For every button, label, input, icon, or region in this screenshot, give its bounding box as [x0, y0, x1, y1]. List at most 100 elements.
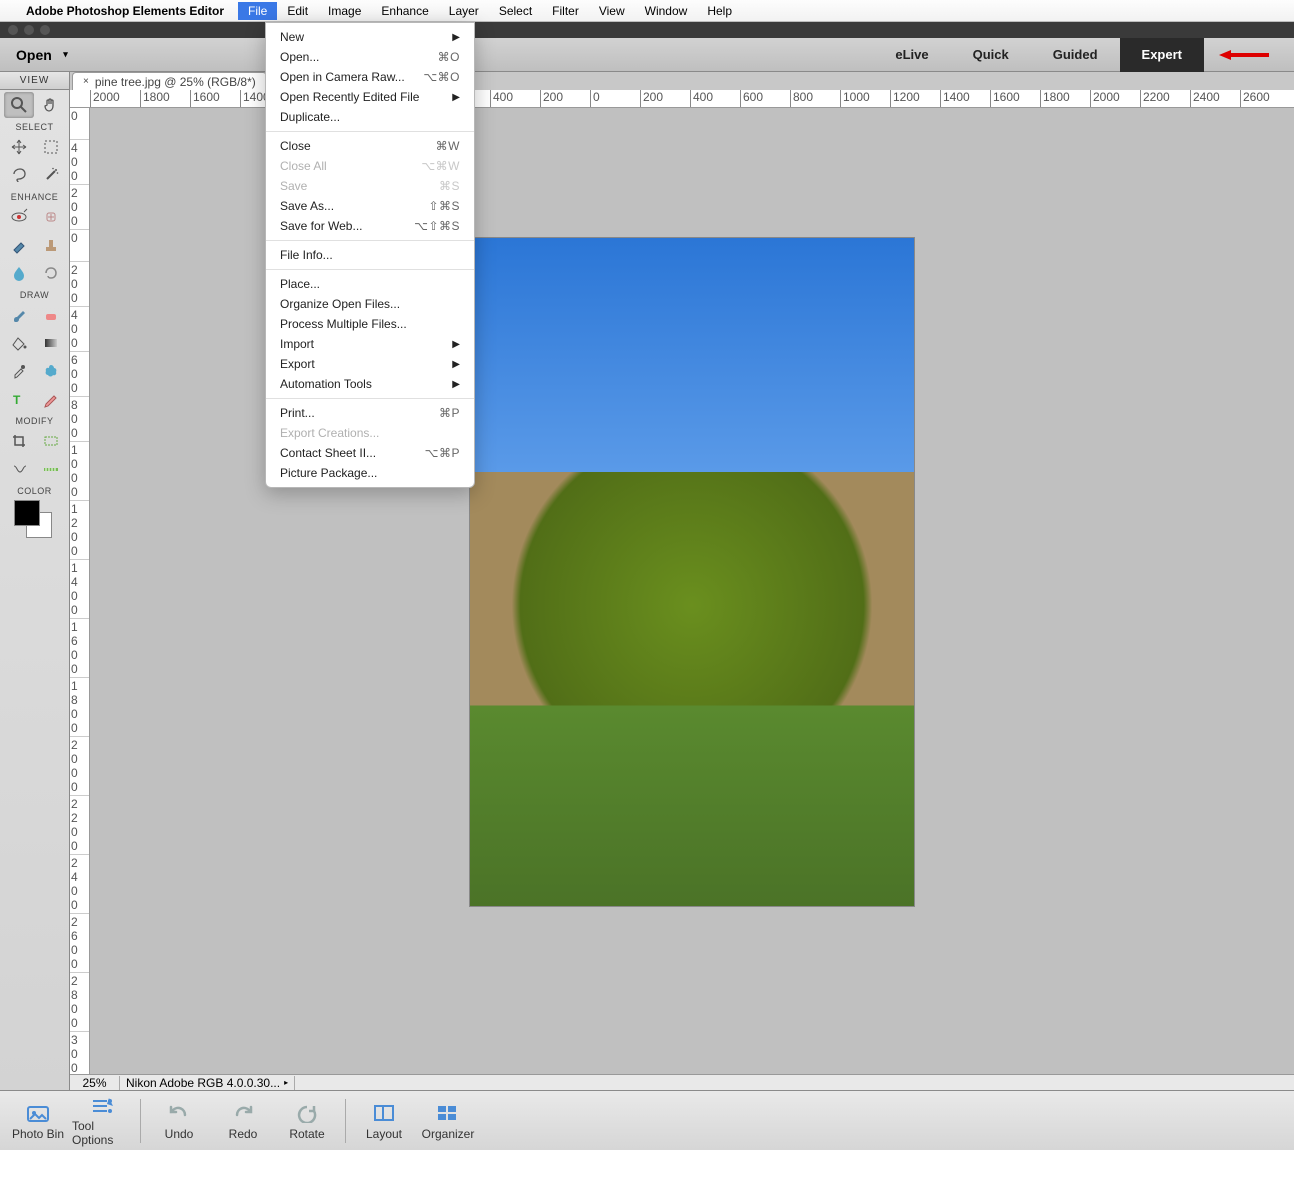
redo-label: Redo: [229, 1127, 258, 1141]
undo-label: Undo: [165, 1127, 194, 1141]
close-tab-icon[interactable]: ×: [83, 76, 89, 87]
vruler-tick: 400: [70, 140, 89, 185]
layout-button[interactable]: Layout: [354, 1095, 414, 1147]
menu-item-label: Organize Open Files...: [280, 297, 400, 311]
recompose-tool[interactable]: [36, 428, 66, 454]
menu-item-close-all: Close All⌥⌘W: [266, 156, 474, 176]
magic-wand-tool[interactable]: [36, 162, 66, 188]
tab-expert[interactable]: Expert: [1120, 38, 1204, 72]
brush-tool[interactable]: [4, 302, 34, 328]
menu-file[interactable]: File: [238, 2, 277, 20]
vruler-tick: 2400: [70, 855, 89, 914]
vruler-tick: 2000: [70, 737, 89, 796]
divider: [140, 1099, 141, 1143]
eyedropper-tool[interactable]: [4, 358, 34, 384]
color-swatches[interactable]: [10, 500, 60, 540]
marquee-tool[interactable]: [36, 134, 66, 160]
shape-tool[interactable]: [36, 358, 66, 384]
rotate-button[interactable]: Rotate: [277, 1095, 337, 1147]
menu-item-open-in-camera-raw[interactable]: Open in Camera Raw...⌥⌘O: [266, 67, 474, 87]
menu-item-save-for-web[interactable]: Save for Web...⌥⇧⌘S: [266, 216, 474, 236]
redo-button[interactable]: Redo: [213, 1095, 273, 1147]
eraser-tool[interactable]: [36, 302, 66, 328]
undo-button[interactable]: Undo: [149, 1095, 209, 1147]
menu-window[interactable]: Window: [635, 2, 698, 20]
lasso-tool[interactable]: [4, 162, 34, 188]
hand-tool[interactable]: [36, 92, 66, 118]
content-aware-tool[interactable]: [4, 456, 34, 482]
menu-item-export[interactable]: Export▶: [266, 354, 474, 374]
menu-item-save-as[interactable]: Save As...⇧⌘S: [266, 196, 474, 216]
foreground-color-swatch[interactable]: [14, 500, 40, 526]
menu-enhance[interactable]: Enhance: [371, 2, 438, 20]
menu-item-label: Place...: [280, 277, 320, 291]
rotate-icon: [295, 1101, 319, 1125]
smart-brush-tool[interactable]: [4, 232, 34, 258]
menu-shortcut: ⇧⌘S: [428, 199, 460, 213]
menu-item-picture-package[interactable]: Picture Package...: [266, 463, 474, 483]
tab-guided[interactable]: Guided: [1031, 38, 1120, 72]
hruler-tick: 2600: [1240, 90, 1270, 108]
crop-tool[interactable]: [4, 428, 34, 454]
traffic-light-min[interactable]: [24, 25, 34, 35]
document-image[interactable]: [470, 238, 914, 906]
menu-separator: [266, 269, 474, 270]
spot-heal-tool[interactable]: [36, 204, 66, 230]
menu-view[interactable]: View: [589, 2, 635, 20]
menu-item-label: Export: [280, 357, 315, 371]
gradient-tool[interactable]: [36, 330, 66, 356]
tab-quick[interactable]: Quick: [951, 38, 1031, 72]
menu-filter[interactable]: Filter: [542, 2, 589, 20]
menu-item-contact-sheet-ii[interactable]: Contact Sheet II...⌥⌘P: [266, 443, 474, 463]
tool-options-button[interactable]: Tool Options: [72, 1095, 132, 1147]
menu-item-open-recently-edited-file[interactable]: Open Recently Edited File▶: [266, 87, 474, 107]
menu-select[interactable]: Select: [489, 2, 542, 20]
move-tool[interactable]: [4, 134, 34, 160]
hruler-tick: 800: [790, 90, 813, 108]
status-info[interactable]: Nikon Adobe RGB 4.0.0.30...: [120, 1076, 295, 1090]
menu-item-process-multiple-files[interactable]: Process Multiple Files...: [266, 314, 474, 334]
menu-item-print[interactable]: Print...⌘P: [266, 403, 474, 423]
type-tool[interactable]: T: [4, 386, 34, 412]
menu-item-new[interactable]: New▶: [266, 27, 474, 47]
menu-edit[interactable]: Edit: [277, 2, 318, 20]
sponge-tool[interactable]: [36, 260, 66, 286]
menu-shortcut: ⌘W: [436, 139, 460, 153]
menu-help[interactable]: Help: [697, 2, 742, 20]
redeye-tool[interactable]: [4, 204, 34, 230]
zoom-tool[interactable]: [4, 92, 34, 118]
menu-shortcut: ⌥⇧⌘S: [414, 219, 460, 233]
zoom-level[interactable]: 25%: [70, 1076, 120, 1090]
blur-tool[interactable]: [4, 260, 34, 286]
open-button[interactable]: Open: [10, 43, 70, 67]
photo-bin-label: Photo Bin: [12, 1127, 64, 1141]
pencil-tool[interactable]: [36, 386, 66, 412]
menu-item-open[interactable]: Open...⌘O: [266, 47, 474, 67]
menu-item-label: Close All: [280, 159, 327, 173]
menu-item-close[interactable]: Close ⌘W: [266, 136, 474, 156]
menu-layer[interactable]: Layer: [439, 2, 489, 20]
menu-item-import[interactable]: Import▶: [266, 334, 474, 354]
menu-item-label: Close: [280, 139, 311, 153]
menu-item-file-info[interactable]: File Info...: [266, 245, 474, 265]
traffic-light-max[interactable]: [40, 25, 50, 35]
menu-item-place[interactable]: Place...: [266, 274, 474, 294]
tab-elive[interactable]: eLive: [873, 38, 950, 72]
menu-item-organize-open-files[interactable]: Organize Open Files...: [266, 294, 474, 314]
organizer-label: Organizer: [422, 1127, 475, 1141]
menu-image[interactable]: Image: [318, 2, 371, 20]
paint-bucket-tool[interactable]: [4, 330, 34, 356]
clone-stamp-tool[interactable]: [36, 232, 66, 258]
vruler-tick: 800: [70, 397, 89, 442]
menu-item-automation-tools[interactable]: Automation Tools▶: [266, 374, 474, 394]
straighten-tool[interactable]: [36, 456, 66, 482]
photo-bin-button[interactable]: Photo Bin: [8, 1095, 68, 1147]
menu-item-label: Open Recently Edited File: [280, 90, 419, 104]
menu-item-duplicate[interactable]: Duplicate...: [266, 107, 474, 127]
hruler-tick: 2200: [1140, 90, 1170, 108]
organizer-button[interactable]: Organizer: [418, 1095, 478, 1147]
document-tab[interactable]: × pine tree.jpg @ 25% (RGB/8*): [72, 72, 267, 90]
traffic-light-close[interactable]: [8, 25, 18, 35]
hruler-tick: 1800: [140, 90, 170, 108]
top-toolbar: Open eLiveQuickGuidedExpert: [0, 38, 1294, 72]
